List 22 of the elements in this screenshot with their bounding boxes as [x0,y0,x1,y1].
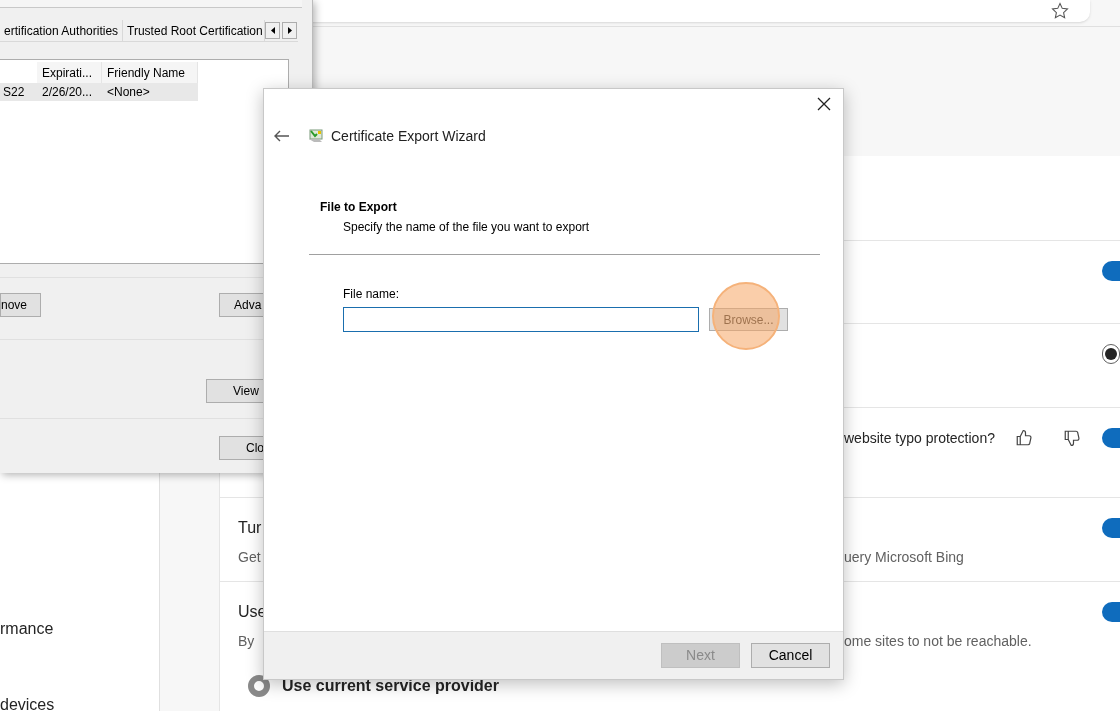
table-cell-text: <None> [106,84,151,101]
remove-button[interactable]: nove [0,293,41,317]
option-label: Use current service provider [282,676,499,696]
setting-description: Get [238,549,261,565]
setting-title: website typo protection? [844,428,995,448]
field-label: File name: [343,286,401,303]
column-header[interactable]: Expirati... [37,62,102,83]
table-cell-text: S22 [2,84,26,101]
setting-description: ome sites to not be reachable. [844,631,1032,651]
sidebar-item[interactable]: rmance [0,617,159,641]
section-description: Specify the name of the file you want to export [343,219,591,236]
wizard-title: Certificate Export Wizard [331,126,486,146]
cancel-button[interactable]: Cancel [751,643,830,668]
setting-title: Tur [238,519,262,536]
section-heading: File to Export [320,199,398,216]
column-header[interactable]: Friendly Name [102,62,198,83]
sidebar-item[interactable]: devices [0,693,159,711]
table-cell-text: 2/26/20... [41,84,94,101]
tab[interactable]: ertification Authorities [0,20,124,41]
setting-description: By [238,633,255,649]
certificate-row[interactable]: S22 2/26/20... <None> [0,83,198,101]
setting-description: uery Microsoft Bing [844,547,964,567]
